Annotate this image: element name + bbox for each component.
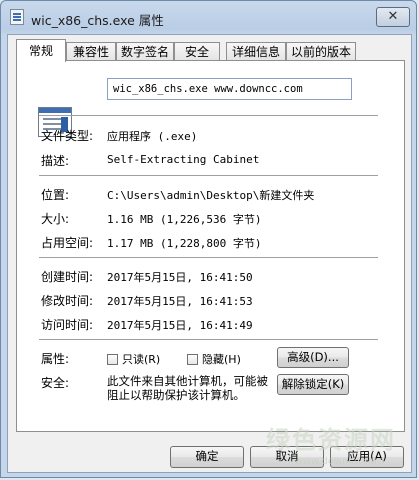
- watermark-logo: 绿色资源网: [266, 426, 396, 454]
- separator: [39, 175, 378, 176]
- location-label: 位置:: [41, 188, 70, 202]
- file-name-field[interactable]: wic_x86_chs.exe www.downcc.com: [107, 78, 352, 100]
- modified-label: 修改时间:: [41, 294, 94, 308]
- unblock-button[interactable]: 解除锁定(K): [277, 374, 349, 395]
- general-panel: wic_x86_chs.exe www.downcc.com 文件类型: 应用程…: [16, 60, 405, 432]
- checkbox-box[interactable]: [107, 354, 118, 365]
- created-label: 创建时间:: [41, 270, 94, 284]
- security-label: 安全:: [41, 376, 70, 390]
- disk-size-label: 占用空间:: [41, 236, 94, 250]
- tab-digital-signatures[interactable]: 数字签名: [116, 42, 174, 61]
- accessed-value: 2017年5月15日, 16:41:49: [107, 319, 253, 332]
- description-label: 描述:: [41, 154, 70, 168]
- size-value: 1.16 MB (1,226,536 字节): [107, 213, 262, 226]
- file-type-value: 应用程序 (.exe): [107, 130, 198, 143]
- checkbox-box[interactable]: [187, 354, 198, 365]
- tab-previous-versions[interactable]: 以前的版本: [286, 42, 356, 61]
- hidden-checkbox-label: 隐藏(H): [202, 353, 241, 366]
- dialog-client: 常规 兼容性 数字签名 安全 详细信息 以前的版本 wic_x86_chs.ex…: [7, 34, 412, 473]
- separator: [39, 339, 378, 340]
- tab-compatibility[interactable]: 兼容性: [66, 42, 116, 61]
- size-label: 大小:: [41, 212, 70, 226]
- location-value: C:\Users\admin\Desktop\新建文件夹: [107, 189, 315, 202]
- watermark-url: www.downcc.com: [294, 456, 384, 467]
- advanced-button[interactable]: 高级(D)...: [277, 347, 349, 368]
- title-bar[interactable]: wic_x86_chs.exe 属性 ✕: [1, 1, 416, 35]
- tab-general[interactable]: 常规: [16, 39, 66, 62]
- readonly-checkbox-label: 只读(R): [122, 353, 161, 366]
- window-title: wic_x86_chs.exe 属性: [31, 13, 164, 28]
- disk-size-value: 1.17 MB (1,228,800 字节): [107, 237, 262, 250]
- readonly-checkbox[interactable]: 只读(R): [107, 351, 160, 367]
- file-type-label: 文件类型:: [41, 129, 94, 143]
- properties-window: wic_x86_chs.exe 属性 ✕ 常规 兼容性 数字签名 安全 详细信息…: [0, 0, 417, 478]
- tab-details[interactable]: 详细信息: [226, 42, 286, 61]
- tab-security[interactable]: 安全: [174, 42, 220, 61]
- created-value: 2017年5月15日, 16:41:50: [107, 271, 253, 284]
- separator: [39, 257, 378, 258]
- accessed-label: 访问时间:: [41, 318, 94, 332]
- separator: [39, 115, 378, 116]
- hidden-checkbox[interactable]: 隐藏(H): [187, 351, 241, 367]
- description-value: Self-Extracting Cabinet: [107, 153, 260, 166]
- security-warning-text: 此文件来自其他计算机，可能被阻止以帮助保护该计算机。: [107, 374, 268, 402]
- modified-value: 2017年5月15日, 16:41:53: [107, 295, 253, 308]
- ok-button[interactable]: 确定: [170, 446, 244, 468]
- close-button[interactable]: ✕: [376, 7, 410, 27]
- file-properties-icon: [10, 9, 24, 25]
- attributes-label: 属性:: [41, 352, 70, 366]
